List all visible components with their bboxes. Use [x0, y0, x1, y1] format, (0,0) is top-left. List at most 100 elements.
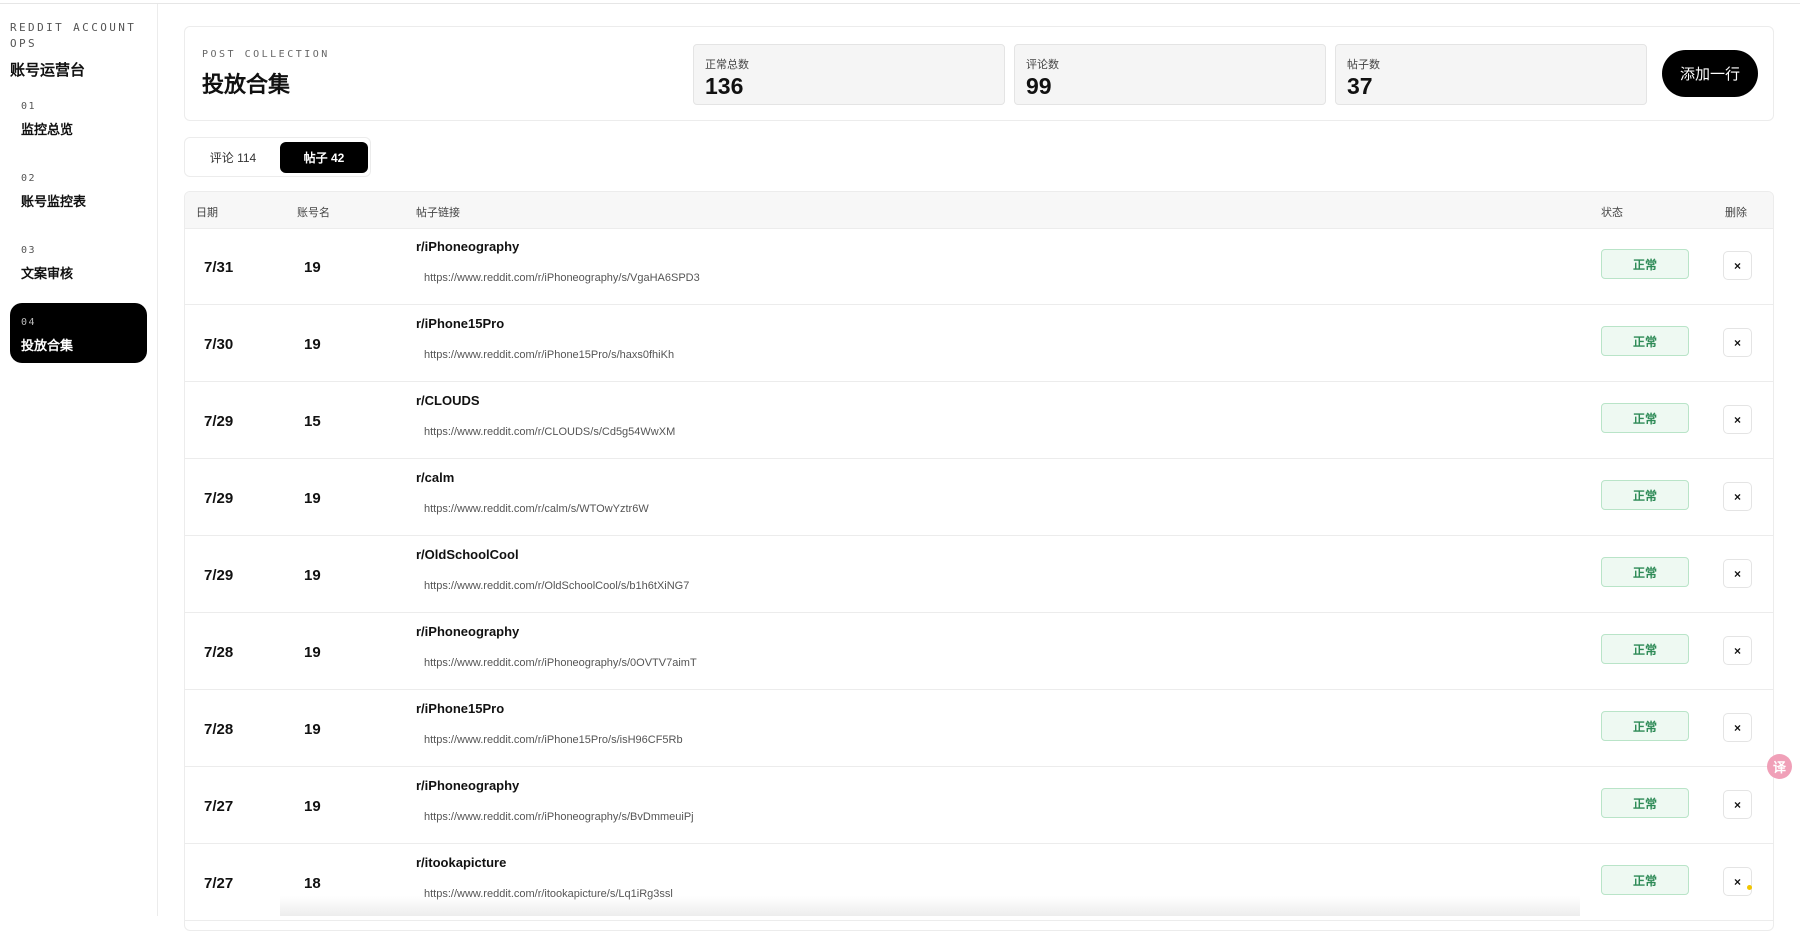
row-account: 19: [304, 644, 321, 661]
stat-label: 评论数: [1026, 59, 1059, 71]
brand-title: 账号运营台: [10, 62, 86, 79]
status-badge: 正常: [1601, 249, 1689, 279]
table-row: 7/28 19 r/iPhoneography https://www.redd…: [185, 613, 1773, 690]
row-date: 7/28: [204, 721, 234, 738]
top-divider: [0, 3, 1800, 4]
add-row-button[interactable]: 添加一行: [1662, 50, 1758, 97]
close-icon: ×: [1733, 566, 1741, 581]
row-post-link[interactable]: https://www.reddit.com/r/iPhone15Pro/s/i…: [424, 734, 683, 746]
row-date: 7/28: [204, 644, 234, 661]
column-header-delete: 删除: [1725, 207, 1747, 219]
nav-label: 账号监控表: [21, 194, 87, 209]
header-card: POST COLLECTION 投放合集 正常总数 136 评论数 99 帖子数…: [184, 26, 1774, 121]
row-account: 19: [304, 490, 321, 507]
row-account: 18: [304, 875, 321, 892]
row-account: 19: [304, 721, 321, 738]
row-subreddit: r/iPhoneography: [416, 778, 520, 793]
status-badge: 正常: [1601, 711, 1689, 741]
row-post-link[interactable]: https://www.reddit.com/r/iPhoneography/s…: [424, 811, 694, 823]
close-icon: ×: [1733, 412, 1741, 427]
tab-bar: 评论 114 帖子 42: [184, 137, 371, 177]
row-date: 7/27: [204, 798, 234, 815]
sidebar-item-overview[interactable]: 01 监控总览: [10, 87, 147, 147]
stat-post-count: 帖子数 37: [1335, 44, 1647, 105]
close-icon: ×: [1733, 720, 1741, 735]
stat-label: 正常总数: [705, 59, 749, 71]
delete-row-button[interactable]: ×: [1723, 867, 1752, 896]
translate-icon[interactable]: 译: [1767, 754, 1792, 779]
delete-row-button[interactable]: ×: [1723, 251, 1752, 280]
table-header: 日期 账号名 帖子链接 状态 删除: [185, 192, 1773, 229]
row-post-link[interactable]: https://www.reddit.com/r/OldSchoolCool/s…: [424, 580, 689, 592]
nav-number: 03: [21, 245, 37, 256]
stat-normal-total: 正常总数 136: [693, 44, 1005, 105]
row-post-link[interactable]: https://www.reddit.com/r/iPhoneography/s…: [424, 657, 697, 669]
nav-number: 04: [21, 317, 37, 328]
status-badge: 正常: [1601, 480, 1689, 510]
column-header-link: 帖子链接: [416, 207, 460, 219]
status-badge: 正常: [1601, 326, 1689, 356]
delete-row-button[interactable]: ×: [1723, 636, 1752, 665]
close-icon: ×: [1733, 643, 1741, 658]
row-date: 7/29: [204, 413, 234, 430]
row-date: 7/27: [204, 875, 234, 892]
row-date: 7/31: [204, 259, 234, 276]
post-table: 日期 账号名 帖子链接 状态 删除 7/31 19 r/iPhoneograph…: [184, 191, 1774, 931]
row-date: 7/30: [204, 336, 234, 353]
table-row: 7/29 19 r/calm https://www.reddit.com/r/…: [185, 459, 1773, 536]
column-header-account: 账号名: [297, 207, 330, 219]
status-badge: 正常: [1601, 634, 1689, 664]
row-subreddit: r/iPhone15Pro: [416, 701, 505, 716]
row-post-link[interactable]: https://www.reddit.com/r/calm/s/WTOwYztr…: [424, 503, 649, 515]
row-post-link[interactable]: https://www.reddit.com/r/iPhoneography/s…: [424, 272, 700, 284]
row-account: 15: [304, 413, 321, 430]
row-subreddit: r/OldSchoolCool: [416, 547, 519, 562]
delete-row-button[interactable]: ×: [1723, 405, 1752, 434]
row-subreddit: r/calm: [416, 470, 455, 485]
nav-label: 文案审核: [21, 266, 74, 281]
nav-number: 01: [21, 101, 37, 112]
notification-dot: [1747, 885, 1752, 890]
table-row: 7/27 19 r/iPhoneography https://www.redd…: [185, 767, 1773, 844]
brand-eyebrow: REDDIT ACCOUNT OPS: [10, 21, 137, 50]
status-badge: 正常: [1601, 788, 1689, 818]
table-row: 7/30 19 r/iPhone15Pro https://www.reddit…: [185, 305, 1773, 382]
stat-value: 37: [1347, 73, 1373, 99]
tab-comments[interactable]: 评论 114: [189, 142, 277, 173]
table-row: 7/29 19 r/OldSchoolCool https://www.redd…: [185, 536, 1773, 613]
close-icon: ×: [1733, 258, 1741, 273]
delete-row-button[interactable]: ×: [1723, 482, 1752, 511]
table-row: 7/28 19 r/iPhone15Pro https://www.reddit…: [185, 690, 1773, 767]
row-subreddit: r/iPhoneography: [416, 239, 520, 254]
row-date: 7/29: [204, 567, 234, 584]
row-post-link[interactable]: https://www.reddit.com/r/iPhone15Pro/s/h…: [424, 349, 674, 361]
page-eyebrow: POST COLLECTION: [202, 49, 330, 60]
delete-row-button[interactable]: ×: [1723, 559, 1752, 588]
stat-value: 99: [1026, 73, 1052, 99]
row-post-link[interactable]: https://www.reddit.com/r/CLOUDS/s/Cd5g54…: [424, 426, 675, 438]
delete-row-button[interactable]: ×: [1723, 328, 1752, 357]
row-post-link[interactable]: https://www.reddit.com/r/itookapicture/s…: [424, 888, 673, 900]
stat-label: 帖子数: [1347, 59, 1380, 71]
row-subreddit: r/iPhoneography: [416, 624, 520, 639]
status-badge: 正常: [1601, 403, 1689, 433]
nav-label: 投放合集: [21, 338, 74, 353]
status-badge: 正常: [1601, 865, 1689, 895]
tab-posts[interactable]: 帖子 42: [280, 142, 368, 173]
sidebar-item-post-collection[interactable]: 04 投放合集: [10, 303, 147, 363]
table-row: 7/27 18 r/itookapicture https://www.redd…: [185, 844, 1773, 921]
row-account: 19: [304, 567, 321, 584]
translate-glyph: 译: [1772, 760, 1786, 775]
delete-row-button[interactable]: ×: [1723, 790, 1752, 819]
row-account: 19: [304, 336, 321, 353]
column-header-status: 状态: [1601, 207, 1623, 219]
nav-label: 监控总览: [21, 122, 74, 137]
row-subreddit: r/CLOUDS: [416, 393, 480, 408]
row-subreddit: r/itookapicture: [416, 855, 507, 870]
delete-row-button[interactable]: ×: [1723, 713, 1752, 742]
close-icon: ×: [1733, 335, 1741, 350]
sidebar-item-copy-review[interactable]: 03 文案审核: [10, 231, 147, 291]
sidebar-item-account-monitor[interactable]: 02 账号监控表: [10, 159, 147, 219]
status-badge: 正常: [1601, 557, 1689, 587]
close-icon: ×: [1733, 489, 1741, 504]
